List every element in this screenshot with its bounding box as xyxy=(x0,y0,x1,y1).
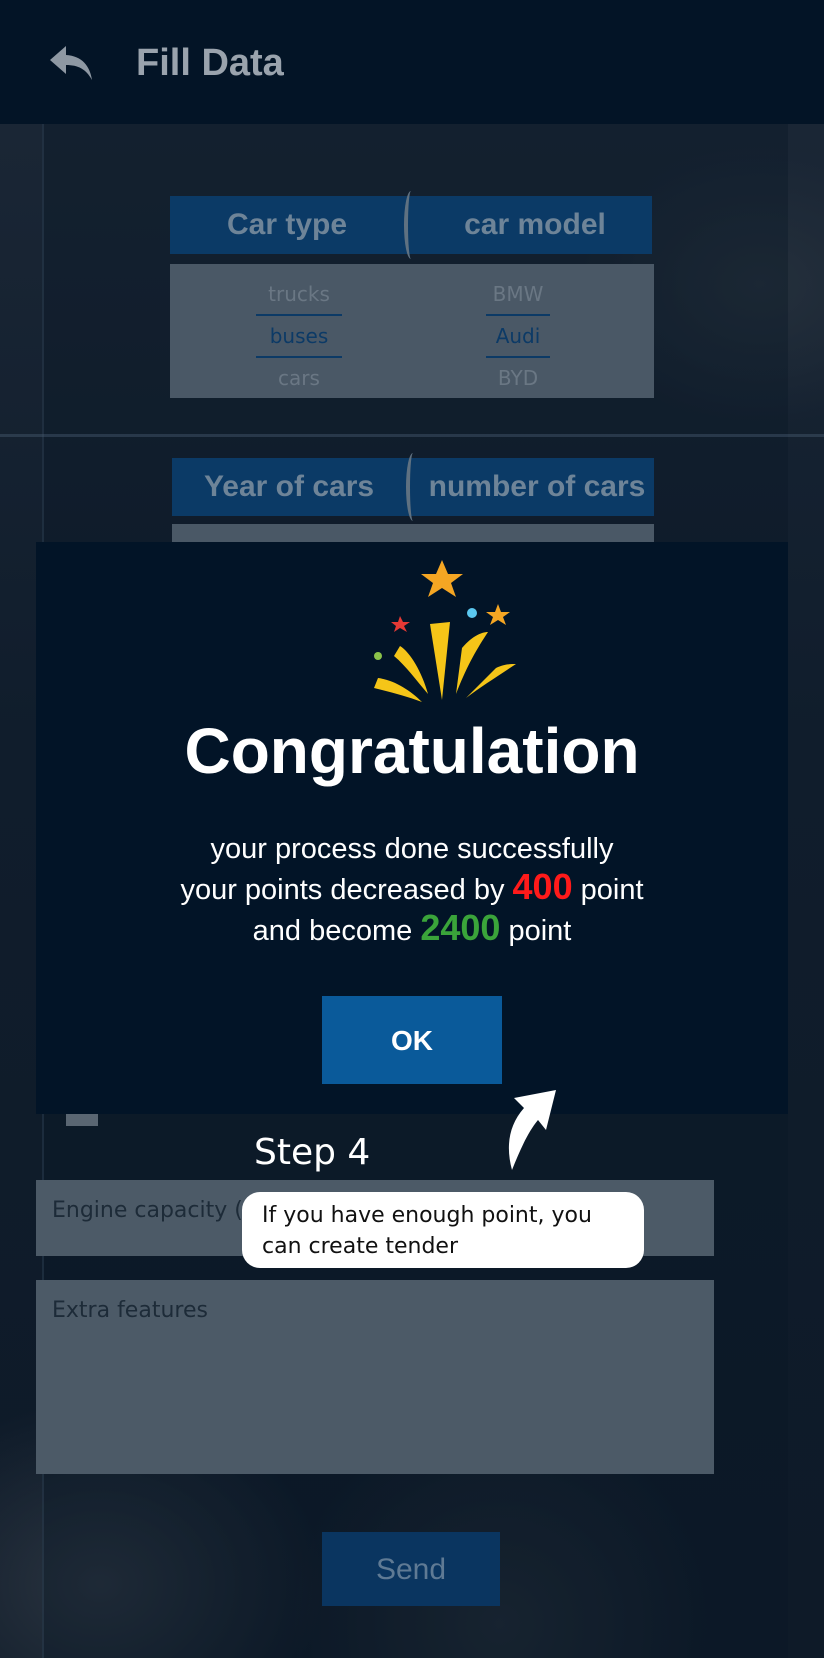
congratulation-dialog: Congratulation your process done success… xyxy=(36,542,788,1114)
tab-number-of-cars[interactable]: number of cars xyxy=(420,470,654,504)
tab-car-type[interactable]: Car type xyxy=(170,208,404,242)
message-line-1: your process done successfully xyxy=(210,833,614,865)
car-picker[interactable]: trucks buses cars BMW Audi BYD xyxy=(170,264,654,398)
send-button[interactable]: Send xyxy=(322,1532,500,1606)
divider xyxy=(0,434,824,437)
picker-item[interactable]: trucks xyxy=(256,274,342,314)
picker-item[interactable]: BMW xyxy=(486,274,550,314)
car-type-wheel[interactable]: trucks buses cars xyxy=(256,274,342,398)
dialog-message: your process done successfully your poin… xyxy=(36,830,788,950)
message-text: point xyxy=(500,915,572,947)
message-text: and become xyxy=(252,915,421,947)
pointer-arrow-icon xyxy=(508,1090,556,1170)
segment-divider xyxy=(404,191,418,259)
segment-divider xyxy=(406,453,420,521)
segment-year-number: Year of cars number of cars xyxy=(172,453,654,521)
picker-item[interactable]: BYD xyxy=(486,358,550,398)
tutorial-tooltip: If you have enough point, you can create… xyxy=(242,1192,644,1268)
page-title: Fill Data xyxy=(136,42,284,84)
message-line-2: your points decreased by 400 point xyxy=(36,868,788,909)
message-text: your points decreased by xyxy=(180,874,513,906)
app-header: Fill Data xyxy=(0,0,824,124)
points-decrease-value: 400 xyxy=(512,866,573,907)
picker-item-selected[interactable]: Audi xyxy=(486,314,550,358)
message-text: point xyxy=(572,874,644,906)
tab-car-model[interactable]: car model xyxy=(418,208,652,242)
car-model-wheel[interactable]: BMW Audi BYD xyxy=(486,274,550,398)
picker-item-selected[interactable]: buses xyxy=(256,314,342,358)
fireworks-icon xyxy=(374,560,516,702)
message-line-3: and become 2400 point xyxy=(36,909,788,950)
back-arrow-icon[interactable] xyxy=(48,44,94,84)
dialog-title: Congratulation xyxy=(184,715,640,787)
segment-car-type-model: Car type car model xyxy=(170,191,652,259)
ok-button[interactable]: OK xyxy=(322,996,502,1084)
picker-item[interactable]: cars xyxy=(256,358,342,398)
points-total-value: 2400 xyxy=(420,907,501,948)
tutorial-step-label: Step 4 xyxy=(254,1132,371,1173)
extra-features-input[interactable]: Extra features xyxy=(36,1280,714,1474)
tab-year-of-cars[interactable]: Year of cars xyxy=(172,470,406,504)
